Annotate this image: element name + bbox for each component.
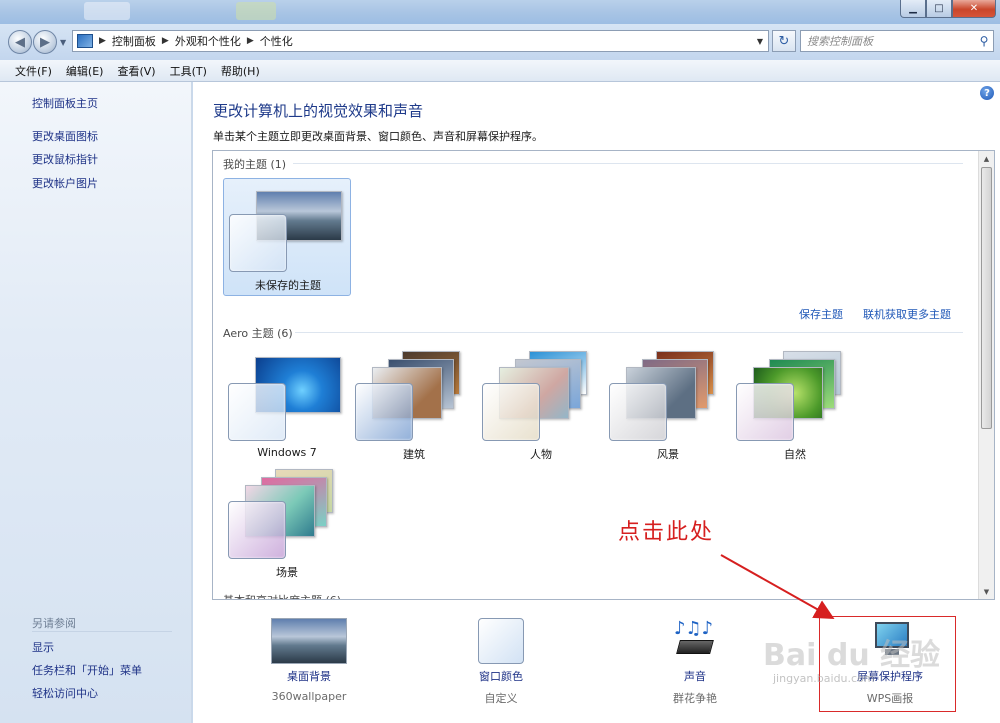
window-color-swatch bbox=[228, 501, 286, 559]
theme-label: 人物 bbox=[530, 448, 552, 461]
breadcrumb-separator-icon[interactable]: ▶ bbox=[97, 36, 108, 46]
scroll-up-icon[interactable]: ▲ bbox=[979, 151, 994, 166]
window-color-swatch bbox=[482, 383, 540, 441]
sounds-icon: ♪♫♪ bbox=[672, 618, 718, 664]
navigation-bar: ◀ ▶ ▼ ▶ 控制面板 ▶ 外观和个性化 ▶ 个性化 ▼ ↻ ⚲ bbox=[0, 24, 1000, 60]
setting-label: 声音 bbox=[684, 670, 706, 683]
theme-label: 风景 bbox=[657, 448, 679, 461]
breadcrumb-control-panel[interactable]: 控制面板 bbox=[108, 33, 160, 49]
group-header-my-themes: 我的主题 (1) bbox=[223, 158, 287, 171]
refresh-button[interactable]: ↻ bbox=[772, 30, 796, 52]
group-header-basic-themes: 基本和高对比度主题 (6) bbox=[223, 592, 341, 599]
scroll-down-icon[interactable]: ▼ bbox=[979, 584, 994, 599]
window-color-thumbnail bbox=[478, 618, 524, 664]
menu-help[interactable]: 帮助(H) bbox=[214, 63, 267, 79]
back-button[interactable]: ◀ bbox=[8, 30, 32, 54]
address-dropdown-icon[interactable]: ▼ bbox=[752, 37, 768, 46]
get-more-themes-online-link[interactable]: 联机获取更多主题 bbox=[863, 306, 951, 322]
setting-label: 桌面背景 bbox=[287, 670, 331, 683]
annotation-text: 点击此处 bbox=[618, 520, 715, 545]
window-color-swatch bbox=[228, 383, 286, 441]
theme-nature[interactable]: 自然 bbox=[731, 349, 859, 467]
help-icon[interactable]: ? bbox=[980, 86, 994, 100]
breadcrumb-separator-icon[interactable]: ▶ bbox=[160, 36, 171, 46]
titlebar-reflection bbox=[84, 2, 130, 20]
scroll-thumb[interactable] bbox=[981, 167, 992, 429]
theme-landscapes[interactable]: 风景 bbox=[604, 349, 732, 467]
window-color-setting[interactable]: 窗口颜色 自定义 bbox=[446, 618, 556, 706]
search-box[interactable]: ⚲ bbox=[800, 30, 994, 52]
see-also-taskbar-link[interactable]: 任务栏和「开始」菜单 bbox=[32, 662, 142, 678]
theme-label: 未保存的主题 bbox=[255, 279, 321, 292]
breadcrumb-separator-icon[interactable]: ▶ bbox=[245, 36, 256, 46]
window-controls: ▁ □ ✕ bbox=[900, 0, 996, 18]
theme-label: Windows 7 bbox=[257, 446, 317, 459]
menu-file[interactable]: 文件(F) bbox=[8, 63, 59, 79]
divider bbox=[32, 631, 172, 632]
see-also-display-link[interactable]: 显示 bbox=[32, 639, 54, 655]
group-header-aero-themes: Aero 主题 (6) bbox=[223, 327, 293, 340]
forward-button[interactable]: ▶ bbox=[33, 30, 57, 54]
see-also-ease-of-access-link[interactable]: 轻松访问中心 bbox=[32, 685, 98, 701]
vertical-scrollbar[interactable]: ▲ ▼ bbox=[978, 151, 994, 599]
theme-characters[interactable]: 人物 bbox=[477, 349, 605, 467]
minimize-button[interactable]: ▁ bbox=[900, 0, 926, 18]
search-input[interactable] bbox=[801, 32, 975, 50]
theme-unsaved[interactable]: 未保存的主题 bbox=[223, 178, 351, 296]
theme-label: 建筑 bbox=[403, 448, 425, 461]
search-icon[interactable]: ⚲ bbox=[975, 34, 993, 48]
theme-windows7[interactable]: Windows 7 bbox=[223, 349, 351, 467]
theme-scenes[interactable]: 场景 bbox=[223, 467, 351, 585]
window-color-swatch bbox=[609, 383, 667, 441]
setting-value: 360wallpaper bbox=[271, 690, 347, 703]
control-panel-home-link[interactable]: 控制面板主页 bbox=[32, 95, 98, 111]
change-desktop-icons-link[interactable]: 更改桌面图标 bbox=[32, 128, 98, 144]
control-panel-icon bbox=[77, 34, 93, 48]
window-color-swatch bbox=[736, 383, 794, 441]
menu-edit[interactable]: 编辑(E) bbox=[59, 63, 111, 79]
main-content: ? 更改计算机上的视觉效果和声音 单击某个主题立即更改桌面背景、窗口颜色、声音和… bbox=[193, 82, 1000, 723]
close-button[interactable]: ✕ bbox=[952, 0, 996, 18]
setting-label: 窗口颜色 bbox=[479, 670, 523, 683]
recent-pages-dropdown-icon[interactable]: ▼ bbox=[60, 38, 66, 47]
menu-bar: 文件(F) 编辑(E) 查看(V) 工具(T) 帮助(H) bbox=[0, 60, 1000, 82]
task-pane: 控制面板主页 更改桌面图标 更改鼠标指针 更改帐户图片 另请参阅 显示 任务栏和… bbox=[0, 82, 192, 723]
page-title: 更改计算机上的视觉效果和声音 bbox=[213, 102, 424, 120]
breadcrumb-appearance[interactable]: 外观和个性化 bbox=[171, 33, 245, 49]
window-color-swatch bbox=[229, 214, 287, 272]
breadcrumb-personalization[interactable]: 个性化 bbox=[256, 33, 297, 49]
page-description: 单击某个主题立即更改桌面背景、窗口颜色、声音和屏幕保护程序。 bbox=[213, 130, 543, 143]
theme-label: 场景 bbox=[276, 566, 298, 579]
window-titlebar: ▁ □ ✕ bbox=[0, 0, 1000, 24]
setting-value: 自定义 bbox=[484, 692, 518, 705]
theme-architecture[interactable]: 建筑 bbox=[350, 349, 478, 467]
menu-tools[interactable]: 工具(T) bbox=[163, 63, 214, 79]
menu-view[interactable]: 查看(V) bbox=[110, 63, 162, 79]
see-also-heading: 另请参阅 bbox=[32, 617, 76, 630]
annotation-arrow-icon bbox=[720, 554, 835, 619]
theme-label: 自然 bbox=[784, 448, 806, 461]
desktop-background-setting[interactable]: 桌面背景 360wallpaper bbox=[254, 618, 364, 703]
desktop-background-thumbnail bbox=[271, 618, 347, 664]
theme-gallery[interactable]: 我的主题 (1) 未保存的主题 保存主题 联机获取更多主题 Aero 主题 (6… bbox=[212, 150, 995, 600]
change-mouse-pointers-link[interactable]: 更改鼠标指针 bbox=[32, 151, 98, 167]
save-theme-link[interactable]: 保存主题 bbox=[799, 306, 843, 322]
setting-value: 群花争艳 bbox=[673, 692, 717, 705]
maximize-button[interactable]: □ bbox=[926, 0, 952, 18]
address-bar[interactable]: ▶ 控制面板 ▶ 外观和个性化 ▶ 个性化 ▼ bbox=[72, 30, 769, 52]
window-color-swatch bbox=[355, 383, 413, 441]
divider bbox=[293, 163, 963, 164]
watermark-url: jingyan.baidu.com bbox=[773, 672, 875, 685]
divider bbox=[295, 332, 963, 333]
titlebar-reflection bbox=[236, 2, 276, 20]
change-account-picture-link[interactable]: 更改帐户图片 bbox=[32, 175, 98, 191]
watermark-logo: Bai du 经验 bbox=[763, 638, 941, 673]
refresh-icon: ↻ bbox=[778, 33, 790, 49]
sounds-setting[interactable]: ♪♫♪ 声音 群花争艳 bbox=[640, 618, 750, 706]
